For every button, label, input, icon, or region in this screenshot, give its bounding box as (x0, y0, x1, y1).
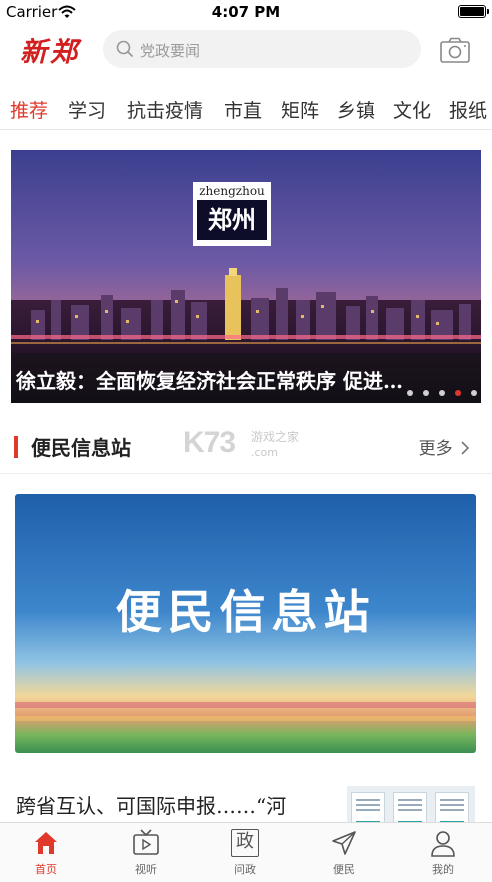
watermark-logo: K73 游戏之家 .com (180, 426, 320, 468)
tab-township[interactable]: 乡镇 (337, 96, 375, 123)
zhengzhou-badge: zhengzhou 郑州 (193, 182, 271, 246)
tab-city[interactable]: 市直 (224, 96, 262, 123)
badge-chinese: 郑州 (197, 200, 267, 240)
more-link[interactable]: 更多 (419, 434, 470, 459)
section-header: 便民信息站 K73 游戏之家 .com 更多 (0, 418, 492, 474)
badge-latin: zhengzhou (199, 184, 265, 198)
bottom-tab-bar: 首页 视听 政 问政 便民 我的 (0, 822, 492, 882)
app-logo: 新郑 (20, 37, 80, 68)
news-thumbnail (347, 786, 475, 826)
headline-banner[interactable]: zhengzhou 郑州 徐立毅：全面恢复经济社会正常秩序 促进… (11, 150, 481, 403)
battery-icon (458, 5, 489, 18)
carousel-dot[interactable] (438, 390, 445, 396)
tabbar-politics[interactable]: 政 问政 (215, 829, 275, 877)
tab-study[interactable]: 学习 (68, 96, 106, 123)
news-list-item[interactable]: 跨省互认、可国际申报……“河 (0, 770, 492, 826)
watermark-line1: 游戏之家 (251, 430, 300, 444)
tabbar-services-label: 便民 (333, 863, 355, 876)
watermark-big: K73 (183, 426, 236, 459)
watermark-line2: .com (251, 446, 278, 459)
tabbar-services[interactable]: 便民 (314, 829, 374, 877)
more-label: 更多 (418, 439, 453, 459)
chevron-right-icon (461, 441, 470, 455)
section-title: 便民信息站 (31, 436, 131, 460)
carousel-dot-active[interactable] (454, 390, 461, 396)
zheng-glyph: 政 (236, 831, 254, 852)
tab-newspaper[interactable]: 报纸 (449, 96, 487, 123)
clock-time: 4:07 PM (211, 3, 281, 21)
zheng-icon: 政 (231, 829, 259, 857)
thumbnail-doc (393, 792, 427, 826)
tabbar-politics-label: 问政 (234, 863, 256, 876)
app-screen: Carrier 4:07 PM 新郑 党政要闻 推荐 学习 抗击疫情 市直 矩阵… (0, 0, 492, 882)
carousel-dot[interactable] (471, 390, 477, 396)
tabbar-home[interactable]: 首页 (16, 829, 76, 877)
news-title: 跨省互认、可国际申报……“河 (16, 794, 287, 818)
send-icon (332, 831, 356, 855)
tabbar-video[interactable]: 视听 (116, 829, 176, 877)
carousel-dots (402, 381, 477, 400)
info-card-title: 便民信息站 (115, 585, 376, 639)
search-placeholder: 党政要闻 (140, 42, 201, 60)
tab-culture[interactable]: 文化 (393, 96, 431, 123)
app-header: 新郑 党政要闻 (0, 24, 492, 76)
carousel-dot[interactable] (422, 390, 429, 396)
tab-matrix[interactable]: 矩阵 (281, 96, 319, 123)
user-icon (431, 831, 455, 857)
status-bar: Carrier 4:07 PM (0, 0, 492, 24)
tabbar-profile[interactable]: 我的 (413, 829, 473, 877)
thumbnail-doc (351, 792, 385, 826)
search-icon (116, 40, 134, 58)
search-input[interactable]: 党政要闻 (103, 30, 421, 68)
tabbar-video-label: 视听 (135, 863, 157, 876)
tab-epidemic[interactable]: 抗击疫情 (127, 96, 203, 123)
home-icon (35, 832, 57, 854)
info-station-card[interactable]: 便民信息站 (15, 494, 476, 753)
tabbar-home-label: 首页 (35, 863, 57, 876)
section-accent-bar (14, 436, 18, 458)
carousel-dot[interactable] (406, 390, 413, 396)
thumbnail-doc (435, 792, 469, 826)
camera-icon[interactable] (440, 37, 470, 63)
tv-icon (133, 829, 159, 855)
tab-recommend[interactable]: 推荐 (10, 96, 48, 123)
tabbar-profile-label: 我的 (432, 863, 454, 876)
category-tabs: 推荐 学习 抗击疫情 市直 矩阵 乡镇 文化 报纸 (0, 86, 492, 130)
